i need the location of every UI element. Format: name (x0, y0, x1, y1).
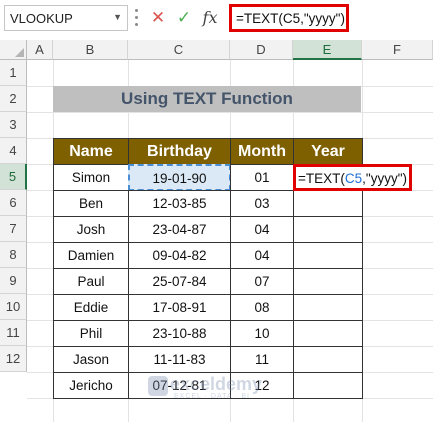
column-header-d[interactable]: D (230, 40, 293, 60)
cell-name[interactable]: Phil (53, 320, 129, 347)
cell-name[interactable]: Eddie (53, 294, 129, 321)
cell-month[interactable]: 07 (230, 268, 294, 295)
cell-month[interactable]: 04 (230, 242, 294, 269)
select-all-button[interactable] (0, 40, 27, 60)
cell-e5-editor[interactable]: =TEXT(C5,"yyyy") (293, 164, 412, 191)
cell-birthday[interactable]: 17-08-91 (128, 294, 231, 321)
table-header-birthday[interactable]: Birthday (128, 138, 231, 165)
name-box[interactable]: VLOOKUP ▼ (4, 5, 128, 31)
name-box-value: VLOOKUP (10, 11, 73, 26)
formula-suffix: ,"yyyy") (362, 171, 407, 186)
cell-name[interactable]: Jericho (53, 372, 129, 399)
cell-birthday[interactable]: 12-03-85 (128, 190, 231, 217)
column-header-c[interactable]: C (128, 40, 230, 60)
row-header-11[interactable]: 11 (0, 320, 27, 346)
cell-name[interactable]: Ben (53, 190, 129, 217)
cell-month[interactable]: 08 (230, 294, 294, 321)
cell-year[interactable] (293, 216, 363, 243)
cell-name[interactable]: Josh (53, 216, 129, 243)
cell-birthday[interactable]: 11-11-83 (128, 346, 231, 373)
cell-birthday[interactable]: 23-04-87 (128, 216, 231, 243)
cell-name[interactable]: Damien (53, 242, 129, 269)
formula-input[interactable]: =TEXT(C5,"yyyy") (229, 4, 349, 32)
cell-name[interactable]: Paul (53, 268, 129, 295)
cell-month[interactable]: 10 (230, 320, 294, 347)
column-header-e[interactable]: E (293, 40, 362, 60)
cell-year[interactable] (293, 320, 363, 347)
exceldemy-logo-icon (148, 376, 168, 396)
cell-birthday[interactable]: 23-10-88 (128, 320, 231, 347)
enter-icon[interactable]: ✓ (173, 7, 195, 29)
row-header-6[interactable]: 6 (0, 190, 27, 216)
table-header-name[interactable]: Name (53, 138, 129, 165)
row-header-1[interactable]: 1 (0, 60, 27, 86)
chevron-down-icon[interactable]: ▼ (113, 12, 122, 22)
column-header-a[interactable]: A (27, 40, 53, 60)
grid-row-line (27, 112, 433, 113)
cell-year[interactable] (293, 190, 363, 217)
row-header-9[interactable]: 9 (0, 268, 27, 294)
cell-year[interactable] (293, 268, 363, 295)
watermark-tagline: EXCEL · DATA · BI (174, 393, 250, 400)
cell-name[interactable]: Jason (53, 346, 129, 373)
cell-year[interactable] (293, 372, 363, 399)
column-header-b[interactable]: B (53, 40, 128, 60)
row-header-2[interactable]: 2 (0, 86, 27, 112)
cell-year[interactable] (293, 294, 363, 321)
row-header-8[interactable]: 8 (0, 242, 27, 268)
cell-month[interactable]: 01 (230, 164, 294, 191)
cancel-icon[interactable]: ✕ (147, 7, 169, 29)
cell-birthday[interactable]: 09-04-82 (128, 242, 231, 269)
row-header-12[interactable]: 12 (0, 346, 27, 372)
cell-month[interactable]: 04 (230, 216, 294, 243)
row-header-5[interactable]: 5 (0, 164, 27, 190)
cell-birthday[interactable]: 19-01-90 (128, 164, 231, 191)
row-header-4[interactable]: 4 (0, 138, 27, 164)
row-header-3[interactable]: 3 (0, 112, 27, 138)
formula-prefix: =TEXT( (298, 171, 345, 186)
column-header-f[interactable]: F (362, 40, 433, 60)
watermark: exceldemy EXCEL · DATA · BI (148, 374, 298, 404)
cell-month[interactable]: 11 (230, 346, 294, 373)
table-header-month[interactable]: Month (230, 138, 294, 165)
formula-bar-grip[interactable] (135, 9, 139, 27)
cell-month[interactable]: 03 (230, 190, 294, 217)
cell-year[interactable] (293, 346, 363, 373)
row-header-10[interactable]: 10 (0, 294, 27, 320)
row-header-7[interactable]: 7 (0, 216, 27, 242)
sheet-title: Using TEXT Function (53, 86, 361, 112)
cell-name[interactable]: Simon (53, 164, 129, 191)
formula-bar: VLOOKUP ▼ ✕ ✓ fx =TEXT(C5,"yyyy") (0, 0, 433, 40)
cell-birthday[interactable]: 25-07-84 (128, 268, 231, 295)
cell-year[interactable] (293, 242, 363, 269)
table-header-year[interactable]: Year (293, 138, 363, 165)
watermark-text: exceldemy (170, 374, 263, 394)
insert-function-icon[interactable]: fx (199, 7, 221, 29)
formula-cell-ref: C5 (344, 171, 363, 186)
